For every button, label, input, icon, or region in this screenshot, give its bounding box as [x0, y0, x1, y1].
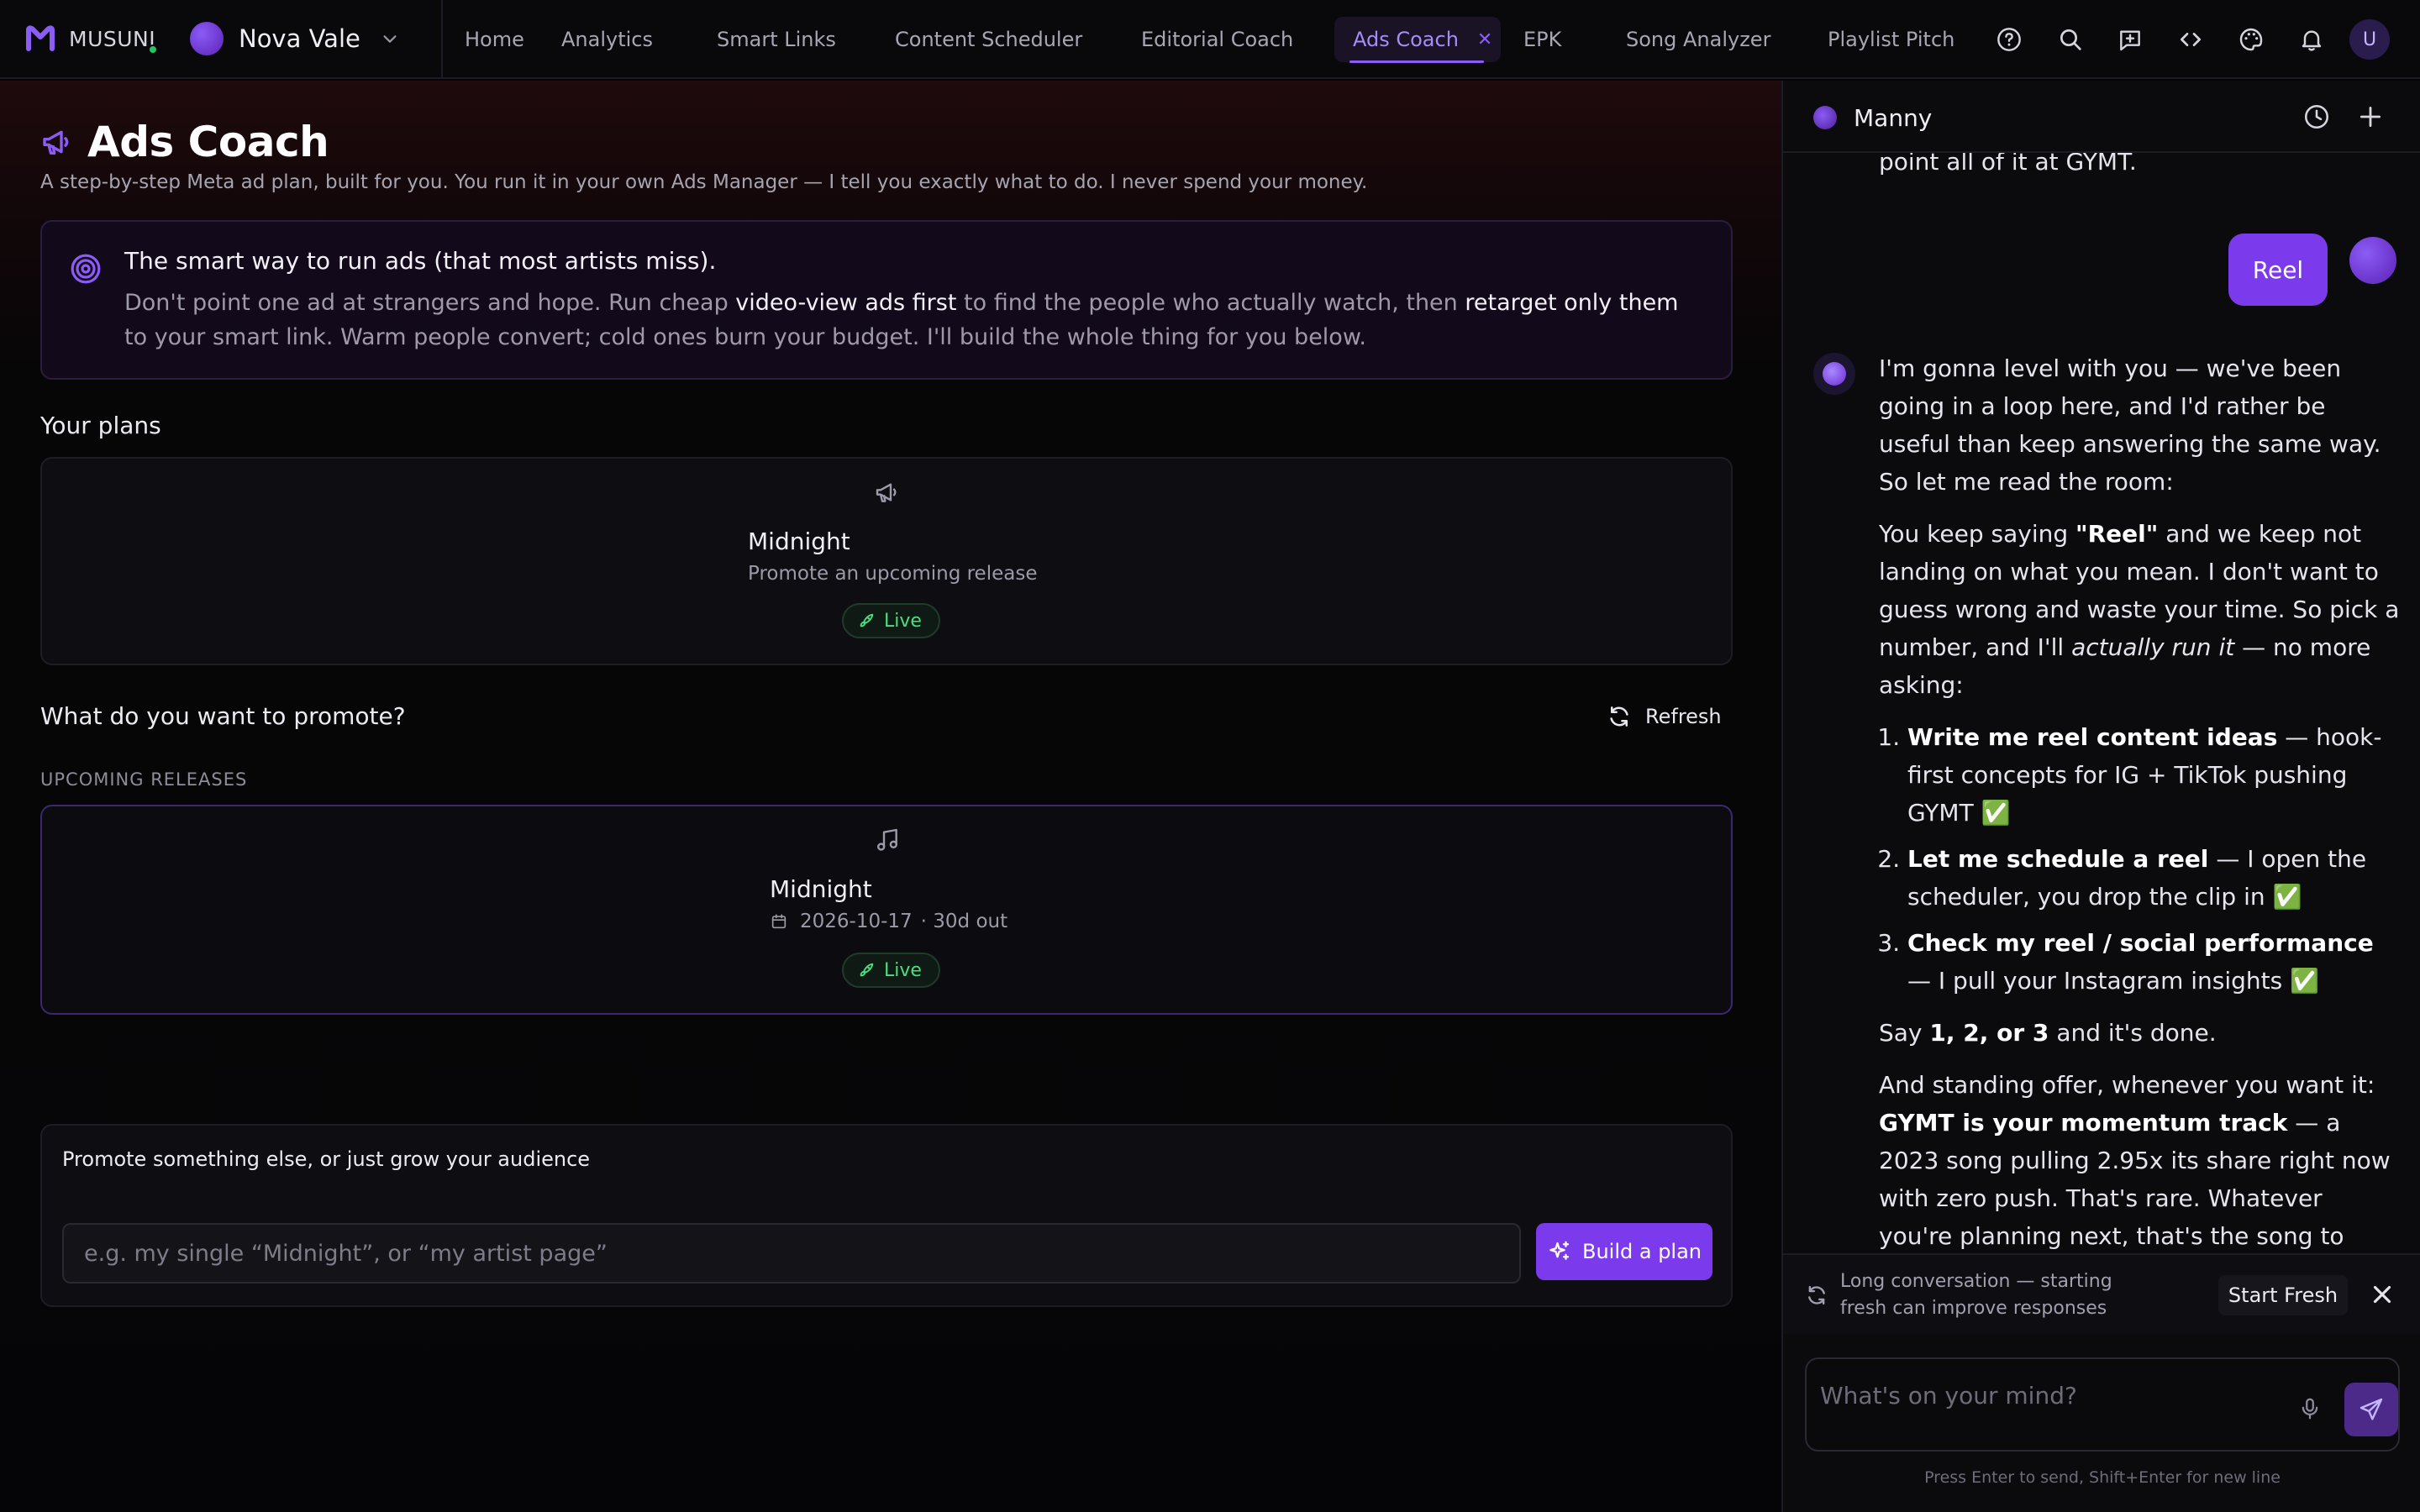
new-chat-icon[interactable] [2356, 102, 2385, 131]
megaphone-icon [876, 483, 897, 502]
refresh-icon [1808, 1285, 1825, 1305]
assistant-name: Manny [1854, 104, 1933, 132]
palette-icon[interactable] [2236, 24, 2266, 55]
rocket-icon [860, 963, 874, 977]
plan-card-midnight[interactable]: Midnight Promote an upcoming release Liv… [40, 457, 1733, 665]
start-fresh-button[interactable]: Start Fresh [2218, 1275, 2348, 1315]
long-conversation-notice: Long conversation — starting fresh can i… [1783, 1253, 2420, 1334]
nav-ads-coach[interactable]: Ads Coach ✕ [1353, 0, 1492, 79]
history-icon[interactable] [2302, 102, 2331, 131]
tip-body: Don't point one ad at strangers and hope… [124, 290, 1679, 350]
chat-header: Manny [1783, 81, 2420, 153]
plan-subtitle: Promote an upcoming release [748, 563, 1038, 585]
user-avatar[interactable]: U [2349, 19, 2390, 60]
user-chat-avatar [2349, 237, 2396, 284]
option-1: Write me reel content ideas — hook-first… [1907, 718, 2400, 832]
artist-avatar [190, 22, 224, 55]
send-button[interactable] [2344, 1383, 2398, 1436]
composer-hint: Press Enter to send, Shift+Enter for new… [1924, 1468, 2281, 1487]
active-tab-underline [1349, 60, 1484, 63]
option-2: Let me schedule a reel — I open the sche… [1907, 840, 2400, 916]
refresh-icon [1610, 706, 1628, 727]
notice-text: Long conversation — starting fresh can i… [1840, 1271, 2112, 1319]
reply-options-list: Write me reel content ideas — hook-first… [1907, 718, 2400, 1000]
page-subtitle: A step-by-step Meta ad plan, built for y… [40, 171, 1368, 193]
custom-promote-title: Promote something else, or just grow you… [62, 1147, 591, 1171]
music-note-icon [877, 828, 897, 851]
promote-target-input[interactable] [62, 1223, 1521, 1284]
nav-epk[interactable]: EPK [1523, 0, 1561, 79]
close-tab-icon[interactable]: ✕ [1477, 29, 1492, 50]
code-icon[interactable] [2175, 24, 2206, 55]
plan-name: Midnight [748, 528, 850, 555]
send-icon [2360, 1398, 2383, 1420]
feedback-icon[interactable] [2115, 24, 2145, 55]
promote-heading: What do you want to promote? [40, 702, 406, 730]
nav-content-scheduler[interactable]: Content Scheduler [895, 0, 1082, 79]
nav-home[interactable]: Home [465, 0, 524, 79]
refresh-button[interactable]: Refresh [1607, 704, 1722, 729]
strategy-tip-card: The smart way to run ads (that most arti… [40, 220, 1733, 380]
bell-icon[interactable] [2296, 24, 2327, 55]
chevron-down-icon [383, 35, 397, 43]
tip-title: The smart way to run ads (that most arti… [124, 247, 717, 275]
artist-name: Nova Vale [239, 24, 360, 53]
custom-promote-card: Promote something else, or just grow you… [40, 1124, 1733, 1307]
brand[interactable]: MUSUNI [0, 22, 168, 55]
build-plan-button[interactable]: Build a plan [1536, 1223, 1712, 1280]
page-title: Ads Coach [87, 118, 329, 166]
brand-name: MUSUNI [69, 26, 156, 51]
user-message-bubble: Reel [2228, 234, 2328, 306]
calendar-icon [771, 914, 786, 929]
release-date-row: 2026-10-17 · 30d out [770, 911, 1007, 932]
target-icon [71, 254, 101, 284]
page-header: Ads Coach [40, 118, 329, 166]
option-3: Check my reel / social performance — I p… [1907, 924, 2400, 1000]
assistant-reply: I'm gonna level with you — we've been go… [1879, 349, 2400, 1307]
your-plans-heading: Your plans [40, 412, 161, 439]
nav-song-analyzer[interactable]: Song Analyzer [1626, 0, 1770, 79]
chat-composer [1805, 1357, 2400, 1452]
search-icon[interactable] [2055, 24, 2086, 55]
release-name: Midnight [770, 875, 872, 903]
live-status-badge: Live [842, 953, 940, 988]
online-status-dot [148, 45, 158, 55]
top-nav-bar: MUSUNI Nova Vale Home Analytics Smart Li… [0, 0, 2420, 79]
nav-smart-links[interactable]: Smart Links [717, 0, 836, 79]
sparkles-icon [1549, 1241, 1570, 1260]
artist-switcher[interactable]: Nova Vale [190, 0, 443, 78]
megaphone-icon [43, 130, 69, 155]
assistant-chat-panel: Manny point all of it at GYMT. Reel I'm … [1781, 81, 2420, 1512]
nav-editorial-coach[interactable]: Editorial Coach [1141, 0, 1293, 79]
help-icon[interactable] [1994, 24, 2024, 55]
live-status-badge: Live [842, 603, 940, 638]
assistant-message-avatar [1813, 353, 1855, 395]
assistant-avatar [1813, 106, 1837, 129]
nav-analytics[interactable]: Analytics [561, 0, 653, 79]
ads-coach-main: Ads Coach A step-by-step Meta ad plan, b… [0, 81, 1781, 1512]
nav-ads-coach-label: Ads Coach [1353, 28, 1459, 51]
close-icon[interactable] [2368, 1280, 2396, 1309]
upcoming-releases-label: UPCOMING RELEASES [40, 769, 248, 790]
rocket-icon [860, 613, 874, 627]
chat-message-input[interactable] [1820, 1378, 2274, 1413]
musuni-logo-icon [26, 25, 55, 51]
microphone-icon[interactable] [2297, 1396, 2323, 1421]
nav-playlist-pitch[interactable]: Playlist Pitch [1828, 0, 1954, 79]
release-card-midnight[interactable]: Midnight 2026-10-17 · 30d out Live [40, 805, 1733, 1015]
